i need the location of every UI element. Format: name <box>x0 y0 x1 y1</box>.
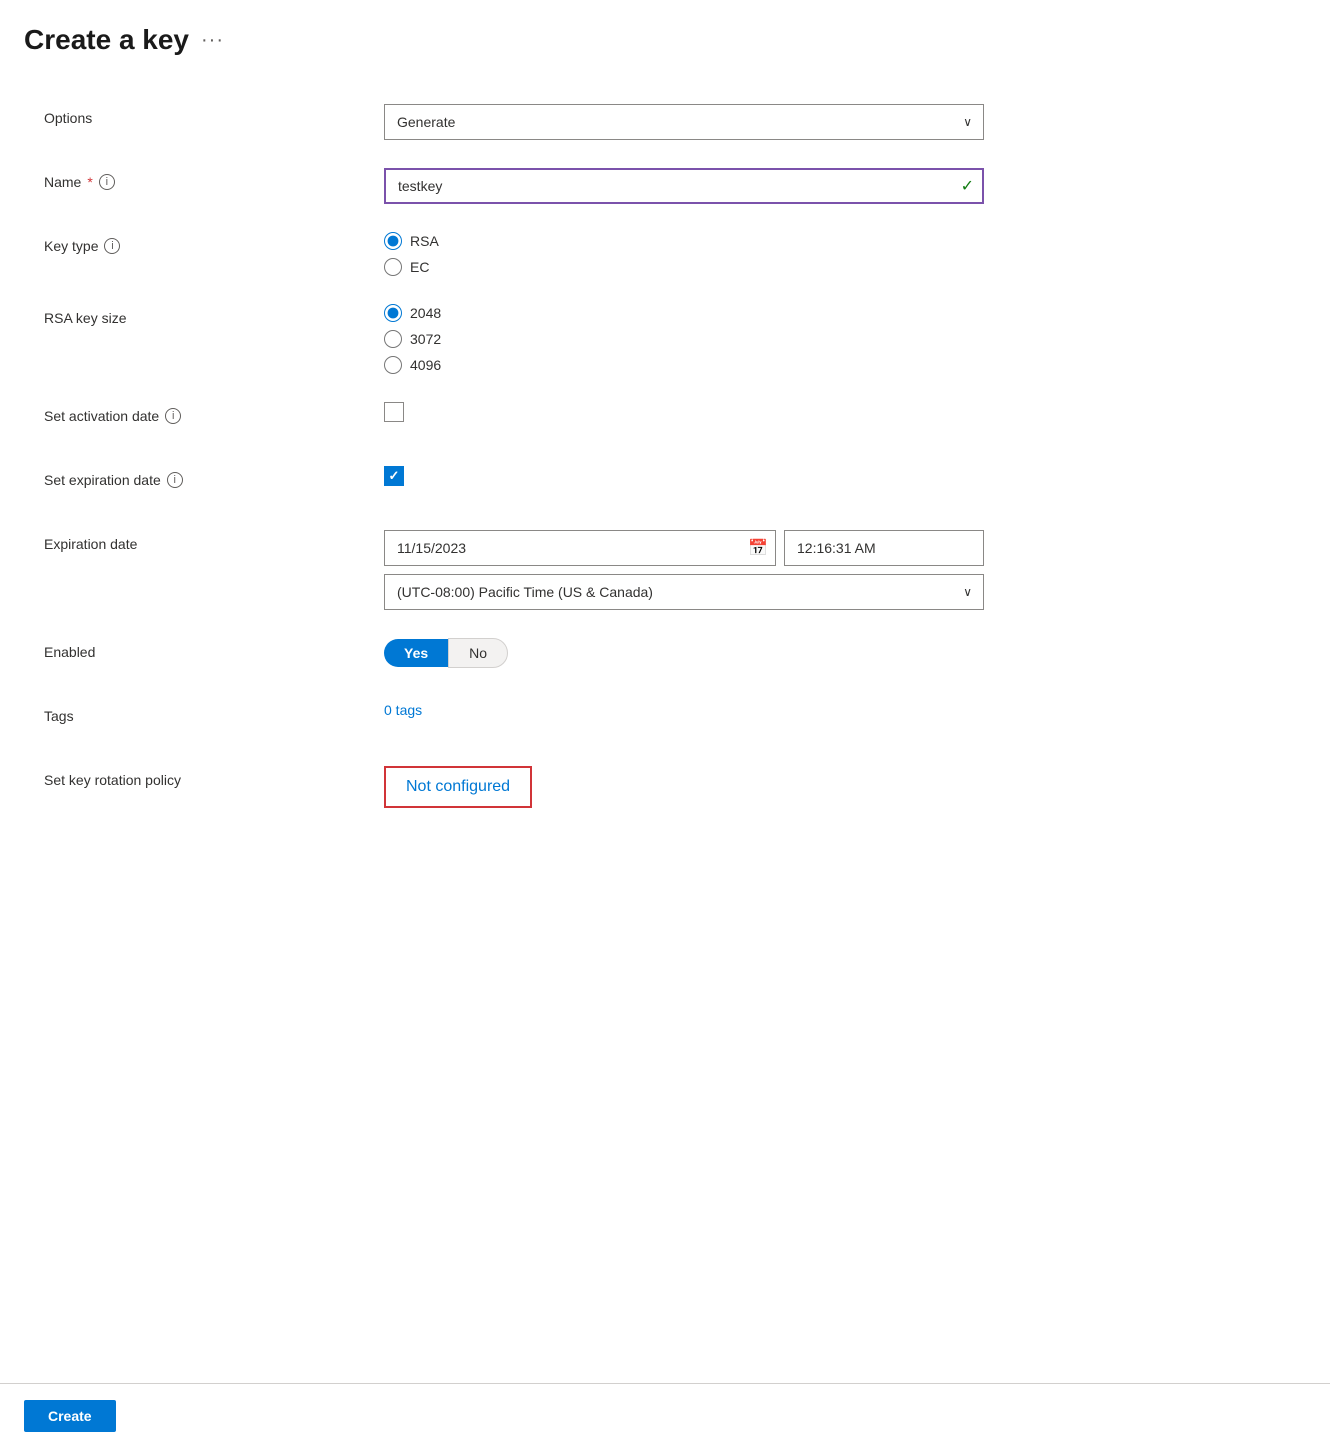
expiration-date-value-label: Expiration date <box>44 530 384 552</box>
size-3072-label: 3072 <box>410 331 441 347</box>
enabled-label: Enabled <box>44 638 384 660</box>
size-3072-option[interactable]: 3072 <box>384 330 984 348</box>
activation-date-row: Set activation date i <box>44 402 1124 438</box>
ec-radio-label: EC <box>410 259 429 275</box>
options-label: Options <box>44 104 384 126</box>
activation-date-control <box>384 402 984 425</box>
timezone-select-wrapper: (UTC-08:00) Pacific Time (US & Canada)(U… <box>384 574 984 610</box>
expiration-date-label: Set expiration date i <box>44 466 384 488</box>
activation-date-label: Set activation date i <box>44 402 384 424</box>
enabled-toggle: Yes No <box>384 638 984 668</box>
required-star: * <box>87 174 92 190</box>
name-input[interactable] <box>384 168 984 204</box>
expiration-date-input[interactable] <box>384 530 776 566</box>
key-type-control: RSA EC <box>384 232 984 276</box>
footer-bar: Create <box>0 1383 1330 1448</box>
options-select-wrapper: GenerateImportRestore from backup <box>384 104 984 140</box>
name-info-icon[interactable]: i <box>99 174 115 190</box>
name-row: Name * i ✓ <box>44 168 1124 204</box>
options-control: GenerateImportRestore from backup <box>384 104 984 140</box>
ec-radio-input[interactable] <box>384 258 402 276</box>
rotation-policy-row: Set key rotation policy Not configured <box>44 766 1124 808</box>
expiration-date-row: Set expiration date i <box>44 466 1124 502</box>
size-2048-option[interactable]: 2048 <box>384 304 984 322</box>
tags-link[interactable]: 0 tags <box>384 702 422 718</box>
size-3072-radio[interactable] <box>384 330 402 348</box>
rsa-key-size-label: RSA key size <box>44 304 384 326</box>
options-row: Options GenerateImportRestore from backu… <box>44 104 1124 140</box>
rsa-key-size-radio-group: 2048 3072 4096 <box>384 304 984 374</box>
page-title: Create a key <box>24 24 189 56</box>
activation-info-icon[interactable]: i <box>165 408 181 424</box>
more-options-icon[interactable]: ··· <box>201 29 224 52</box>
size-4096-label: 4096 <box>410 357 441 373</box>
key-type-info-icon[interactable]: i <box>104 238 120 254</box>
expiration-info-icon[interactable]: i <box>167 472 183 488</box>
rsa-radio-option[interactable]: RSA <box>384 232 984 250</box>
rsa-key-size-row: RSA key size 2048 3072 4096 <box>44 304 1124 374</box>
name-control: ✓ <box>384 168 984 204</box>
create-button[interactable]: Create <box>24 1400 116 1432</box>
expiration-time-input[interactable] <box>784 530 984 566</box>
activation-date-checkbox[interactable] <box>384 402 404 422</box>
size-2048-radio[interactable] <box>384 304 402 322</box>
enabled-row: Enabled Yes No <box>44 638 1124 674</box>
not-configured-box: Not configured <box>384 766 532 808</box>
key-type-radio-group: RSA EC <box>384 232 984 276</box>
name-label: Name * i <box>44 168 384 190</box>
rotation-policy-label: Set key rotation policy <box>44 766 384 788</box>
rsa-radio-input[interactable] <box>384 232 402 250</box>
tags-label: Tags <box>44 702 384 724</box>
date-input-wrapper: 📅 <box>384 530 776 566</box>
expiration-date-value-control: 📅 (UTC-08:00) Pacific Time (US & Canada)… <box>384 530 984 610</box>
expiration-date-checkbox[interactable] <box>384 466 404 486</box>
expiration-date-control <box>384 466 984 486</box>
rsa-key-size-control: 2048 3072 4096 <box>384 304 984 374</box>
name-checkmark-icon: ✓ <box>961 176 974 196</box>
key-type-label: Key type i <box>44 232 384 254</box>
expiration-date-value-row: Expiration date 📅 (UTC-08:00) Pacific Ti… <box>44 530 1124 610</box>
ec-radio-option[interactable]: EC <box>384 258 984 276</box>
timezone-select[interactable]: (UTC-08:00) Pacific Time (US & Canada)(U… <box>384 574 984 610</box>
key-type-row: Key type i RSA EC <box>44 232 1124 276</box>
create-key-form: Options GenerateImportRestore from backu… <box>24 104 1124 808</box>
size-4096-radio[interactable] <box>384 356 402 374</box>
rsa-radio-label: RSA <box>410 233 439 249</box>
toggle-yes-button[interactable]: Yes <box>384 639 448 667</box>
enabled-control: Yes No <box>384 638 984 668</box>
date-time-row: 📅 <box>384 530 984 566</box>
options-select[interactable]: GenerateImportRestore from backup <box>384 104 984 140</box>
not-configured-link[interactable]: Not configured <box>406 778 510 795</box>
size-2048-label: 2048 <box>410 305 441 321</box>
size-4096-option[interactable]: 4096 <box>384 356 984 374</box>
toggle-no-button[interactable]: No <box>448 638 508 668</box>
rotation-policy-control: Not configured <box>384 766 984 808</box>
tags-control: 0 tags <box>384 702 984 718</box>
tags-row: Tags 0 tags <box>44 702 1124 738</box>
name-input-wrapper: ✓ <box>384 168 984 204</box>
